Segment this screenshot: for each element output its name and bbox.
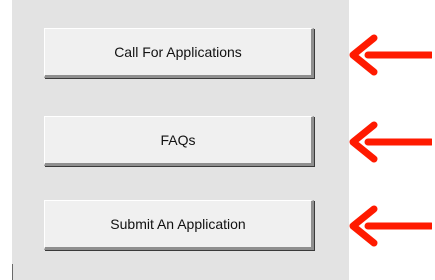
faqs-label: FAQs — [160, 132, 196, 148]
call-for-applications-button[interactable]: Call For Applications — [44, 28, 314, 78]
left-arrow-icon — [349, 205, 432, 247]
call-for-applications-label: Call For Applications — [114, 44, 242, 60]
left-arrow-icon — [349, 34, 432, 76]
left-arrow-icon — [349, 121, 432, 163]
faqs-button[interactable]: FAQs — [44, 116, 314, 166]
submit-application-button[interactable]: Submit An Application — [44, 200, 314, 250]
panel-edge-mark — [12, 264, 13, 280]
submit-application-label: Submit An Application — [110, 216, 246, 232]
page: Call For Applications FAQs Submit An App… — [0, 0, 435, 280]
